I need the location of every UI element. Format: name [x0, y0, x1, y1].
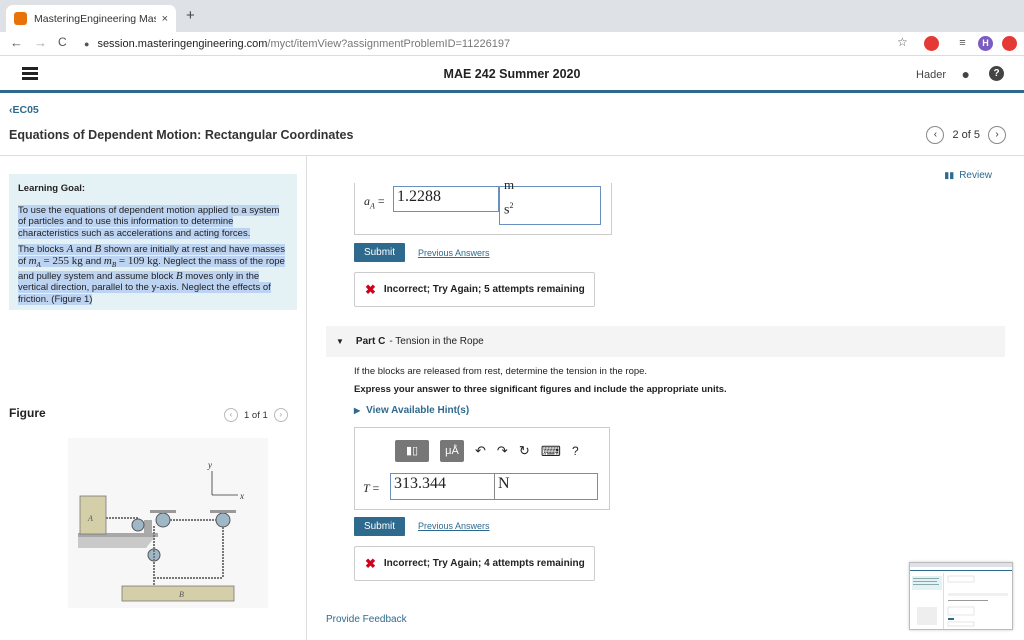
screenshot-thumbnail[interactable]: [909, 562, 1013, 630]
redo-icon[interactable]: ↷: [497, 443, 508, 459]
part-b-variable: aA =: [364, 194, 385, 211]
units-button[interactable]: μÅ: [440, 440, 464, 462]
bookmark-star-icon[interactable]: ☆: [897, 35, 908, 49]
figure-position: 1 of 1: [244, 409, 268, 421]
block-b-label: B: [179, 590, 184, 599]
part-b-unit-input[interactable]: m s2: [499, 177, 601, 225]
block-a-label: A: [87, 514, 93, 523]
review-label: Review: [959, 170, 992, 181]
part-c-previous-answers-link[interactable]: Previous Answers: [418, 521, 490, 531]
hint-label: View Available Hint(s): [366, 405, 470, 416]
prev-figure-button[interactable]: ‹: [224, 408, 238, 422]
part-c-variable: T =: [363, 481, 380, 495]
part-c-instruction: Express your answer to three significant…: [354, 384, 727, 395]
x-axis-label: x: [239, 491, 244, 501]
browser-tab-bar: MasteringEngineering Masterin × +: [0, 0, 1024, 32]
breadcrumb[interactable]: ‹EC05: [9, 104, 39, 116]
pulley-figure[interactable]: y x A B: [68, 438, 268, 608]
part-c-prompt: If the blocks are released from rest, de…: [354, 366, 648, 377]
item-pager: ‹ 2 of 5 ›: [926, 126, 1006, 144]
item-position: 2 of 5: [952, 129, 980, 141]
incorrect-x-icon: ✖: [365, 281, 376, 297]
unit-denominator: s2: [504, 201, 514, 218]
unit-numerator: m: [504, 177, 515, 192]
figure-link[interactable]: Figure 1: [54, 294, 89, 305]
help-icon[interactable]: ?: [989, 66, 1004, 81]
tab-title: MasteringEngineering Masterin: [34, 12, 156, 25]
user-icon[interactable]: ●: [962, 66, 970, 82]
next-figure-button[interactable]: ›: [273, 408, 288, 422]
extension-adblock-icon[interactable]: [924, 36, 939, 51]
part-b-feedback: ✖ Incorrect; Try Again; 5 attempts remai…: [354, 272, 595, 307]
part-b-feedback-text: Incorrect; Try Again; 5 attempts remaini…: [383, 284, 585, 295]
part-c-unit-input[interactable]: N: [494, 473, 598, 500]
breadcrumb-label: EC05: [12, 104, 39, 116]
collapse-caret-icon: ▼: [336, 337, 344, 346]
back-icon[interactable]: ←: [10, 35, 23, 50]
reset-icon[interactable]: ↻: [519, 443, 530, 459]
review-icon: ▮▮: [944, 170, 955, 180]
view-hints-link[interactable]: ▶ View Available Hint(s): [354, 405, 469, 416]
lock-icon: ●: [84, 39, 90, 49]
part-c-answer-editor: ▮▯ μÅ ↶ ↷ ↻ ⌨ ? T = 313.344 N: [354, 427, 610, 510]
part-c-feedback: ✖ Incorrect; Try Again; 4 attempts remai…: [354, 546, 595, 581]
prev-item-button[interactable]: ‹: [926, 126, 945, 144]
url-host: session.masteringengineering.com: [97, 38, 268, 50]
course-title: MAE 242 Summer 2020: [443, 67, 581, 81]
learning-goal-panel: Learning Goal: To use the equations of d…: [9, 174, 297, 310]
app-header: MAE 242 Summer 2020 Hader ● ?: [0, 57, 1024, 93]
extension-red-icon[interactable]: [1002, 36, 1017, 51]
forward-icon[interactable]: →: [34, 35, 47, 50]
user-name[interactable]: Hader: [916, 69, 946, 81]
undo-icon[interactable]: ↶: [475, 443, 486, 459]
part-b-submit-button[interactable]: Submit: [354, 243, 405, 262]
panel-divider: [306, 156, 307, 640]
templates-button[interactable]: ▮▯: [395, 440, 429, 462]
page-title: Equations of Dependent Motion: Rectangul…: [9, 128, 354, 142]
mastering-favicon-icon: [14, 12, 27, 25]
hint-caret-icon: ▶: [354, 406, 361, 415]
part-b-previous-answers-link[interactable]: Previous Answers: [418, 248, 490, 258]
browser-tab[interactable]: MasteringEngineering Masterin ×: [6, 5, 176, 32]
part-c-title: - Tension in the Rope: [389, 336, 484, 347]
reading-list-icon[interactable]: ≡: [955, 36, 970, 51]
keyboard-icon[interactable]: ⌨: [541, 443, 561, 460]
figure-pager: ‹ 1 of 1 ›: [224, 408, 288, 422]
incorrect-x-icon: ✖: [365, 555, 376, 571]
reload-icon[interactable]: C: [58, 35, 67, 49]
help-question-icon[interactable]: ?: [572, 444, 579, 458]
y-axis-label: y: [207, 460, 212, 470]
next-item-button[interactable]: ›: [988, 126, 1006, 144]
learning-goal-heading: Learning Goal:: [18, 183, 86, 194]
new-tab-button[interactable]: +: [186, 7, 195, 24]
browser-toolbar: ← → C ● session.masteringengineering.com…: [0, 32, 1024, 56]
address-bar[interactable]: ● session.masteringengineering.com/myct/…: [84, 34, 919, 54]
profile-avatar[interactable]: H: [978, 36, 993, 51]
tab-close-icon[interactable]: ×: [162, 13, 168, 25]
learning-goal-text: To use the equations of dependent motion…: [18, 204, 280, 239]
provide-feedback-link[interactable]: Provide Feedback: [326, 614, 407, 625]
part-b-value-input[interactable]: 1.2288: [393, 186, 499, 212]
part-c-feedback-text: Incorrect; Try Again; 4 attempts remaini…: [383, 558, 585, 569]
part-c-submit-button[interactable]: Submit: [354, 517, 405, 536]
part-c-value-input[interactable]: 313.344: [390, 473, 495, 500]
divider: [0, 155, 1024, 156]
problem-statement: The blocks A and B shown are initially a…: [18, 243, 285, 305]
review-link[interactable]: ▮▮ Review: [944, 170, 992, 181]
url-path: /myct/itemView?assignmentProblemID=11226…: [267, 38, 511, 50]
part-c-header[interactable]: ▼ Part C - Tension in the Rope: [326, 326, 1005, 357]
figure-heading: Figure: [9, 406, 46, 420]
math-toolbar: ▮▯ μÅ ↶ ↷ ↻ ⌨ ?: [395, 440, 579, 462]
part-b-answer-box: aA = 1.2288 m s2: [354, 177, 612, 235]
part-c-label: Part C: [355, 336, 386, 347]
